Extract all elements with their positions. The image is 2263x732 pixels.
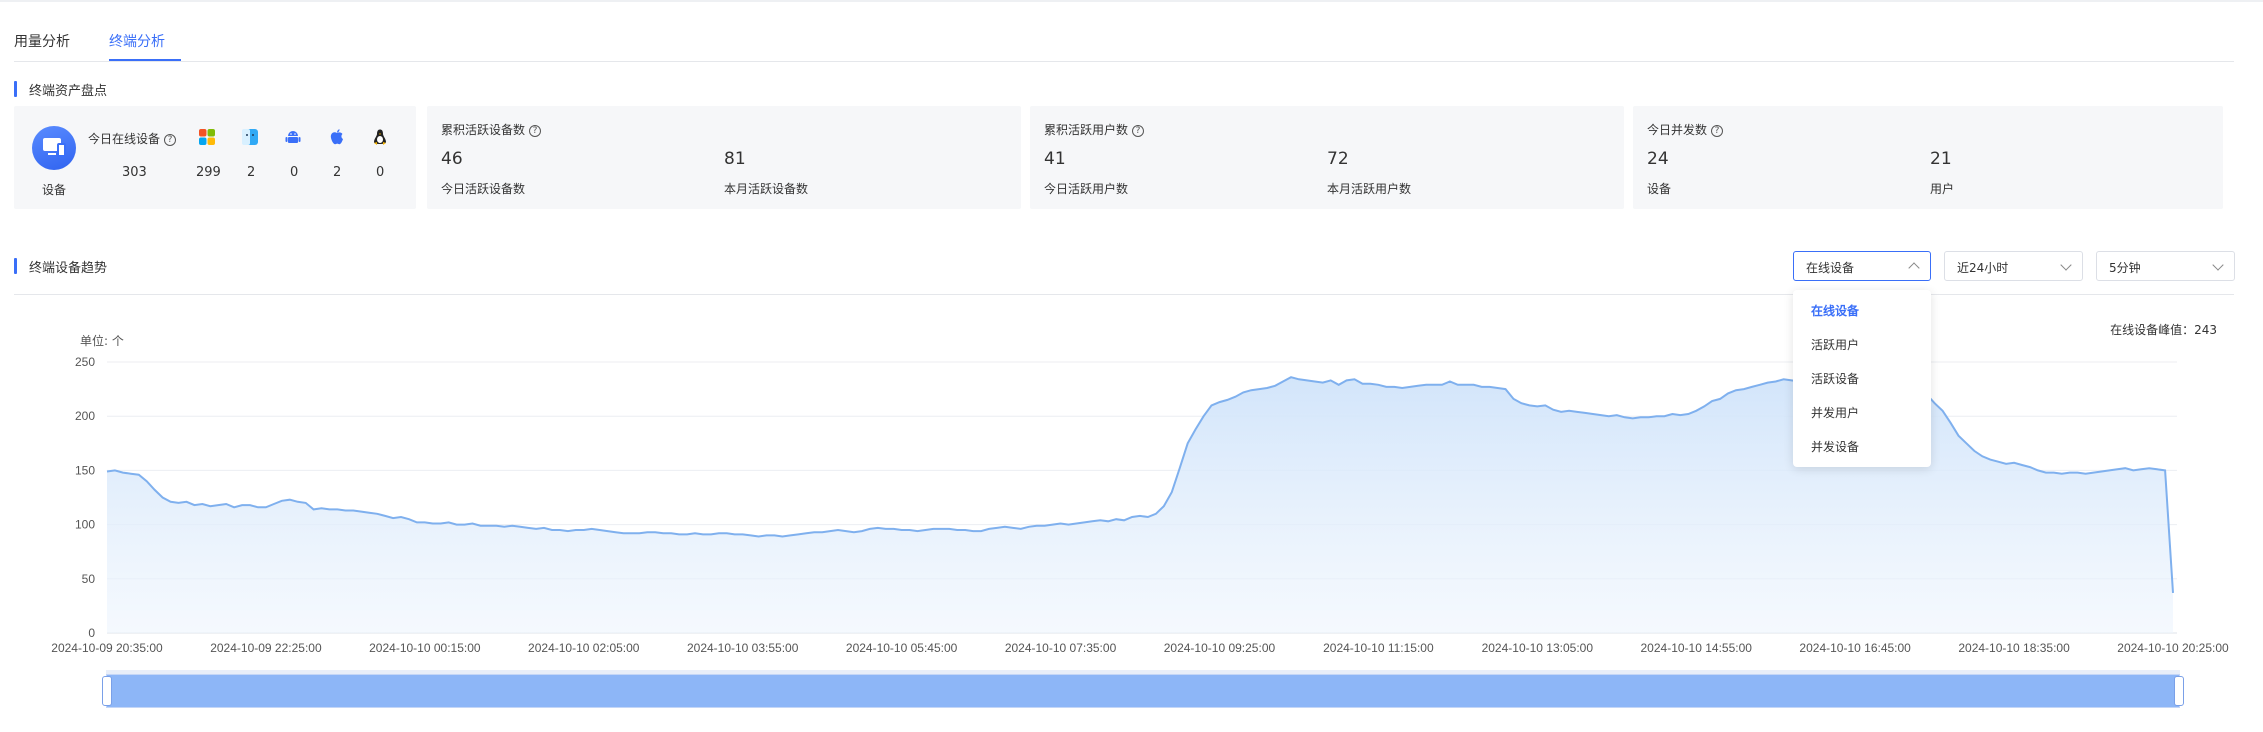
tab-bar: 用量分析 终端分析	[14, 22, 2234, 62]
linux-icon	[374, 129, 386, 145]
help-icon[interactable]: ?	[164, 133, 177, 146]
range-slider-right-handle[interactable]	[2174, 676, 2184, 706]
range-slider-left-handle[interactable]	[102, 676, 112, 706]
active-users-card: 累积活跃用户数? 41 今日活跃用户数 72 本月活跃用户数	[1030, 106, 1624, 209]
x-tick-label: 2024-10-10 18:35:00	[1958, 641, 2070, 655]
section-marker	[14, 81, 17, 97]
mac-count: 2	[247, 165, 256, 180]
online-total-value: 303	[122, 165, 147, 180]
device-icon	[32, 126, 76, 170]
windows-icon	[199, 129, 215, 145]
x-tick-label: 2024-10-09 22:25:00	[210, 641, 322, 655]
y-tick-label: 50	[82, 572, 96, 586]
range-slider-selection[interactable]	[106, 674, 2180, 708]
linux-count: 0	[376, 165, 385, 180]
tab-terminal-analysis[interactable]: 终端分析	[109, 32, 165, 52]
x-tick-label: 2024-10-10 13:05:00	[1482, 641, 1594, 655]
apple-count: 2	[333, 165, 342, 180]
concurrent-devices-value: 24	[1647, 149, 1669, 169]
option-active-users[interactable]: 活跃用户	[1811, 336, 1859, 353]
help-icon[interactable]: ?	[1132, 124, 1145, 137]
x-tick-label: 2024-10-10 11:15:00	[1323, 641, 1434, 655]
month-active-devices-value: 81	[724, 149, 746, 169]
today-active-devices-value: 46	[441, 149, 463, 169]
active-devices-card: 累积活跃设备数? 46 今日活跃设备数 81 本月活跃设备数	[427, 106, 1021, 209]
section-marker	[14, 258, 17, 274]
metric-select[interactable]: 在线设备	[1793, 251, 1931, 281]
x-tick-label: 2024-10-10 16:45:00	[1799, 641, 1911, 655]
today-active-users-label: 今日活跃用户数	[1044, 182, 1129, 196]
x-tick-label: 2024-10-10 02:05:00	[528, 641, 640, 655]
help-icon[interactable]: ?	[529, 124, 542, 137]
x-tick-label: 2024-10-10 03:55:00	[687, 641, 799, 655]
mac-finder-icon	[242, 129, 258, 145]
y-tick-label: 0	[88, 626, 95, 640]
today-active-users-value: 41	[1044, 149, 1066, 169]
interval-select[interactable]: 5分钟	[2096, 251, 2235, 281]
concurrent-devices-label: 设备	[1647, 182, 1672, 196]
tab-usage-analysis[interactable]: 用量分析	[14, 32, 70, 52]
interval-value: 5分钟	[2109, 261, 2141, 275]
trend-section-title: 终端设备趋势	[29, 261, 108, 276]
concurrency-title: 今日并发数?	[1647, 121, 1724, 138]
month-active-users-value: 72	[1327, 149, 1349, 169]
chevron-down-icon	[2060, 259, 2072, 271]
y-tick-label: 100	[75, 518, 95, 532]
android-count: 0	[290, 165, 299, 180]
y-tick-label: 150	[75, 463, 95, 477]
concurrent-users-value: 21	[1930, 149, 1952, 169]
x-tick-label: 2024-10-10 00:15:00	[369, 641, 481, 655]
active-users-title: 累积活跃用户数?	[1044, 121, 1145, 138]
option-online-devices[interactable]: 在线设备	[1811, 302, 1859, 319]
time-range-select[interactable]: 近24小时	[1944, 251, 2083, 281]
metric-dropdown-menu: 在线设备 活跃用户 活跃设备 并发用户 并发设备	[1793, 290, 1931, 467]
month-active-devices-label: 本月活跃设备数	[724, 182, 809, 196]
device-icon-label: 设备	[42, 183, 67, 197]
y-tick-label: 250	[75, 355, 95, 369]
x-tick-label: 2024-10-10 14:55:00	[1641, 641, 1753, 655]
active-tab-indicator	[109, 59, 181, 61]
concurrency-card: 今日并发数? 24 设备 21 用户	[1633, 106, 2223, 209]
active-devices-title: 累积活跃设备数?	[441, 121, 542, 138]
asset-section-title: 终端资产盘点	[29, 84, 108, 99]
online-devices-card: 设备 今日在线设备? 303 299 2 0 2 0	[14, 106, 416, 209]
y-tick-label: 200	[75, 409, 95, 423]
time-range-value: 近24小时	[1957, 261, 2009, 275]
help-icon[interactable]: ?	[1711, 124, 1724, 137]
option-concurrent-devices[interactable]: 并发设备	[1811, 438, 1859, 455]
x-tick-label: 2024-10-10 20:25:00	[2117, 641, 2229, 655]
chevron-up-icon	[1908, 262, 1920, 274]
option-concurrent-users[interactable]: 并发用户	[1811, 404, 1859, 421]
x-tick-label: 2024-10-10 07:35:00	[1005, 641, 1117, 655]
today-active-devices-label: 今日活跃设备数	[441, 182, 526, 196]
android-icon	[285, 131, 301, 143]
x-tick-label: 2024-10-10 05:45:00	[846, 641, 958, 655]
peak-value-label: 在线设备峰值：243	[2110, 323, 2217, 337]
metric-select-value: 在线设备	[1806, 261, 1855, 275]
apple-icon	[330, 129, 343, 145]
chevron-down-icon	[2212, 259, 2224, 271]
x-tick-label: 2024-10-09 20:35:00	[51, 641, 163, 655]
windows-count: 299	[196, 165, 221, 180]
month-active-users-label: 本月活跃用户数	[1327, 182, 1412, 196]
online-devices-title: 今日在线设备?	[88, 130, 177, 147]
option-active-devices[interactable]: 活跃设备	[1811, 370, 1859, 387]
top-border	[0, 0, 2263, 2]
concurrent-users-label: 用户	[1930, 182, 1955, 196]
x-tick-label: 2024-10-10 09:25:00	[1164, 641, 1276, 655]
